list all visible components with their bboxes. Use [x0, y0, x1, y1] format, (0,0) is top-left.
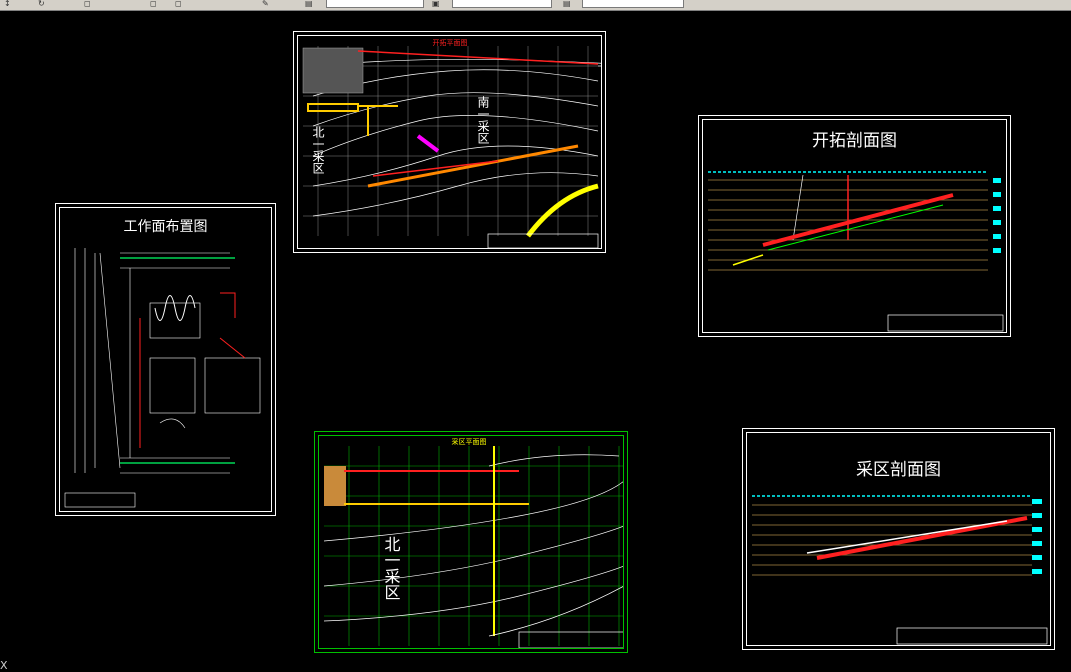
top-plan-south-label: 南一采区: [476, 95, 490, 144]
panel-plan-title: 采区平面图: [452, 437, 487, 446]
command-prompt: X: [0, 659, 8, 672]
color-icon[interactable]: ▣: [432, 0, 441, 8]
select-icon[interactable]: ◻: [84, 0, 93, 8]
panel-plan-area-label: 北一采区: [382, 536, 401, 600]
zoom-icon[interactable]: ◻: [150, 0, 159, 8]
layer-icon[interactable]: ▤: [305, 0, 314, 8]
panel-section-drawing: [752, 495, 1048, 645]
top-plan-title: 开拓平面图: [433, 38, 468, 47]
color-dropdown[interactable]: [452, 0, 552, 8]
sheet-work-face[interactable]: 工作面布置图: [55, 203, 276, 516]
layer-dropdown[interactable]: [326, 0, 424, 8]
panel-plan-drawing: 采区平面图 北一采区: [323, 437, 623, 648]
brush-icon[interactable]: ✎: [262, 0, 271, 8]
sheet-panel-plan[interactable]: 采区平面图 北一采区: [314, 431, 628, 653]
top-plan-drawing: 开拓平面图 北一采区 南一采区: [302, 38, 601, 248]
sheet-top-plan[interactable]: 开拓平面图 北一采区 南一采区: [293, 31, 606, 253]
window-icon[interactable]: ◻: [175, 0, 184, 8]
arrow-icon[interactable]: ↕: [4, 0, 13, 8]
work-face-drawing: [64, 248, 261, 508]
linetype-icon[interactable]: ▤: [563, 0, 572, 8]
cad-toolbar: ↕ ↻ ◻ ◻ ◻ ✎ ▤ ▣ ▤: [0, 0, 1071, 11]
top-plan-north-label: 北一采区: [311, 126, 325, 174]
command-line[interactable]: X: [0, 659, 8, 672]
refresh-icon[interactable]: ↻: [38, 0, 47, 8]
linetype-dropdown[interactable]: [582, 0, 684, 8]
sheet-panel-section[interactable]: 采区剖面图: [742, 428, 1055, 650]
development-section-drawing: [708, 171, 1004, 332]
sheet-development-section[interactable]: 开拓剖面图: [698, 115, 1011, 337]
